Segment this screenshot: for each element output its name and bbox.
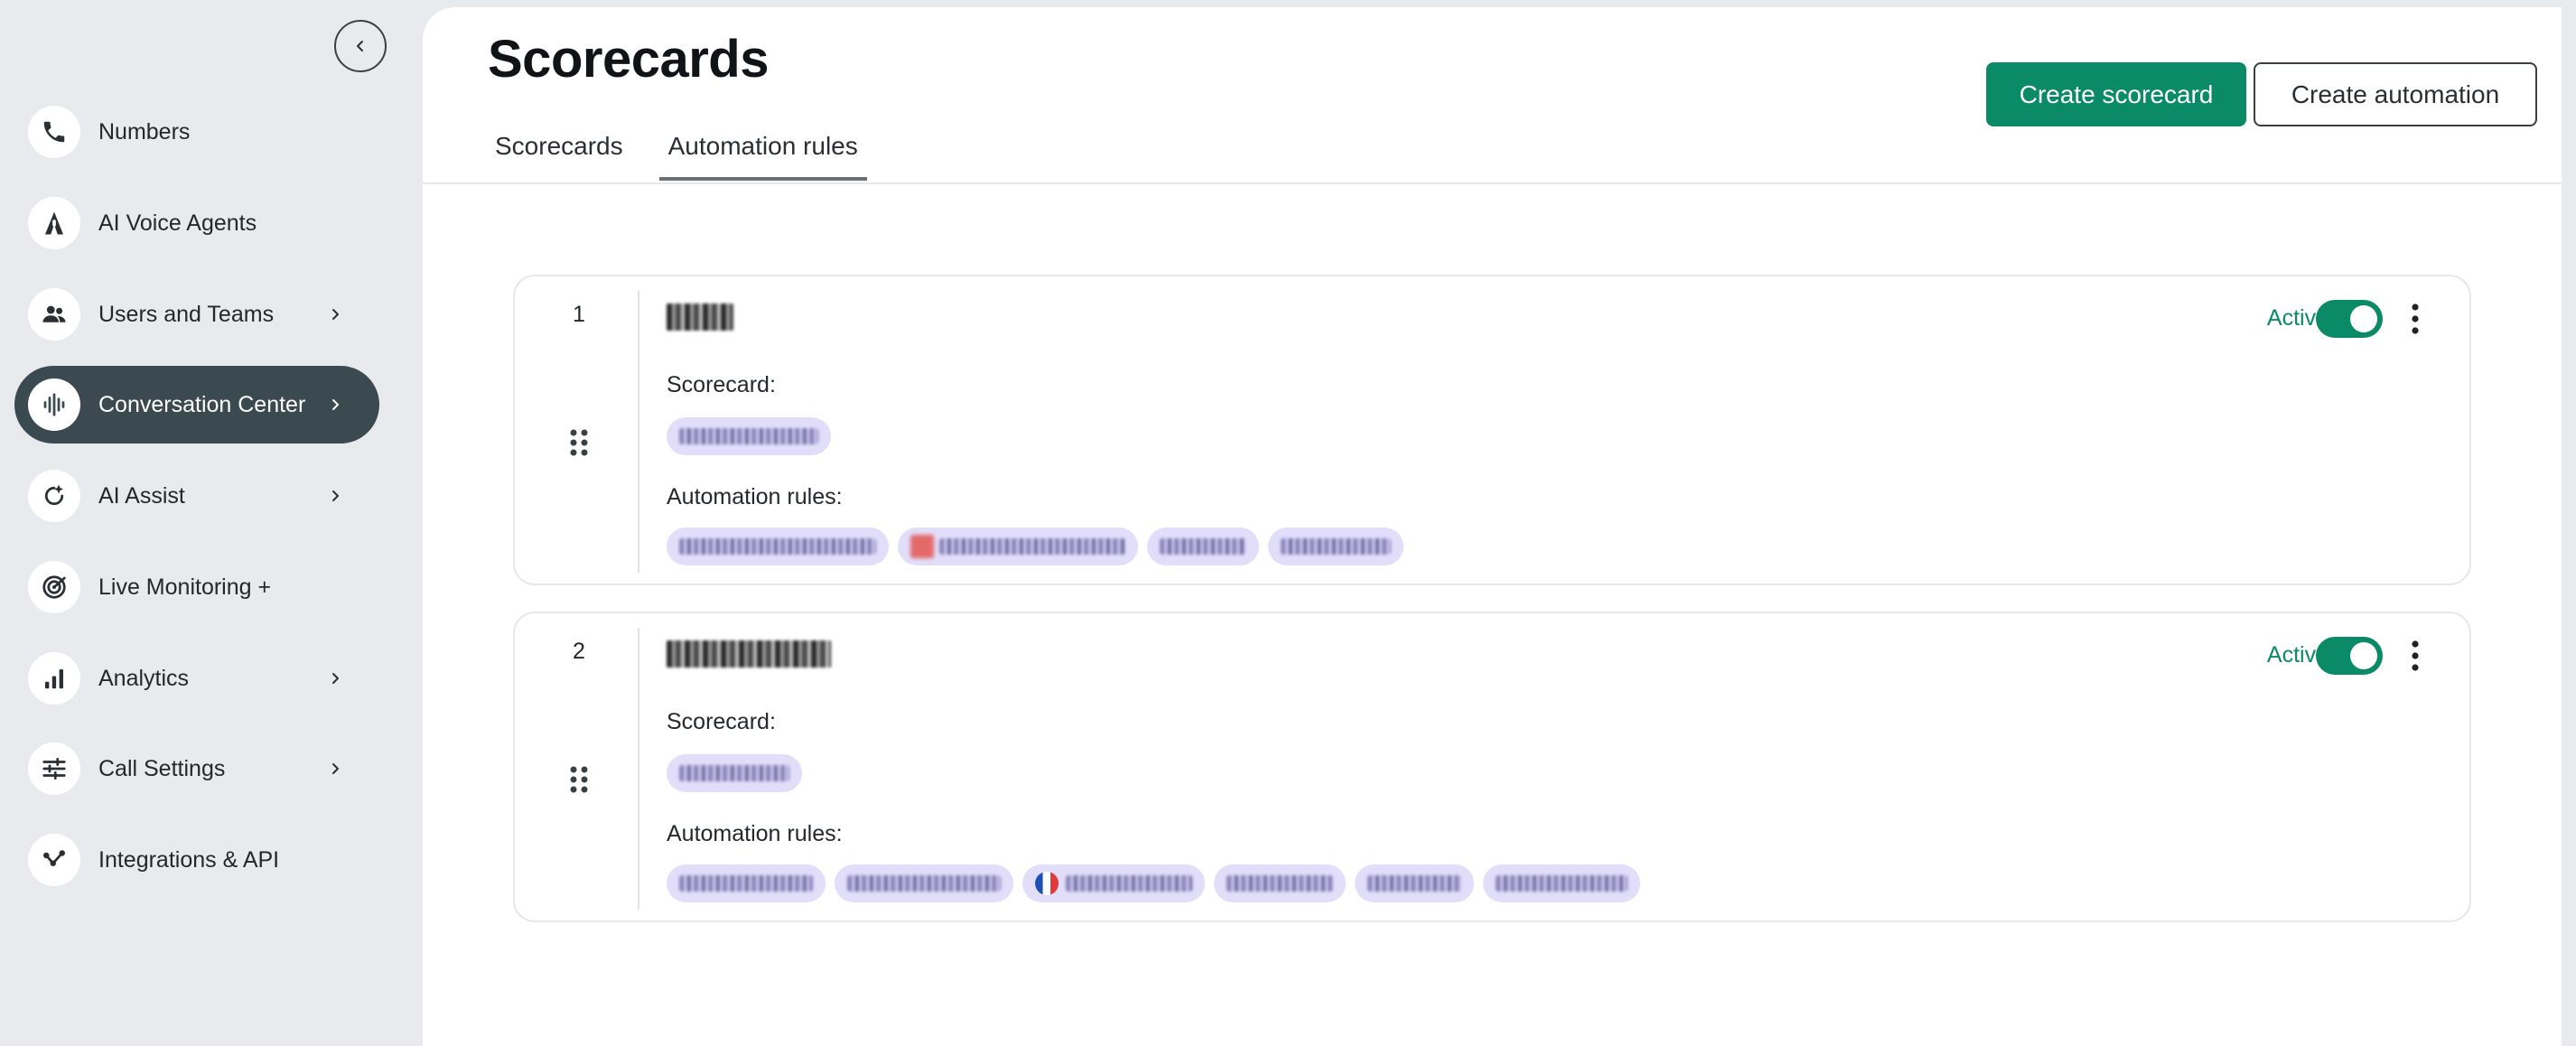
rule-name-redacted (667, 304, 733, 331)
rule-chip (667, 864, 826, 902)
rule-name-redacted (667, 640, 831, 668)
tab-automation-rules[interactable]: Automation rules (658, 119, 867, 181)
collapse-sidebar-button[interactable] (334, 20, 387, 72)
scorecard-chips (667, 417, 831, 455)
nav-item-ai-assist[interactable]: AI Assist (14, 457, 379, 535)
phone-icon (28, 106, 80, 158)
nav-item-live-monitoring[interactable]: Live Monitoring + (14, 548, 379, 626)
rule-chip (1147, 528, 1259, 565)
rule-chip (835, 864, 1013, 902)
nav-item-numbers[interactable]: Numbers (14, 93, 379, 171)
main-content: Scorecards Scorecards Automation rules C… (423, 7, 2562, 1046)
rule-chip (898, 528, 1138, 565)
rule-chip (1483, 864, 1640, 902)
drag-handle-icon[interactable] (569, 428, 589, 457)
nav-label-numbers: Numbers (98, 118, 191, 145)
nav-label-users-and-teams: Users and Teams (98, 301, 275, 327)
automation-rule-chips (667, 528, 1404, 565)
automation-rules-label: Automation rules: (667, 821, 843, 846)
nav-item-call-settings[interactable]: Call Settings (14, 730, 379, 808)
soundwave-icon (28, 378, 80, 431)
nav-item-conversation-center[interactable]: Conversation Center (14, 366, 379, 444)
tab-scorecards[interactable]: Scorecards (486, 119, 632, 181)
rule-chip (1022, 864, 1205, 902)
card-number: 2 (573, 639, 585, 664)
nav-item-ai-voice-agents[interactable]: AI Voice Agents (14, 184, 379, 262)
active-toggle[interactable] (2316, 637, 2383, 675)
card-divider (638, 291, 639, 573)
tab-bar: Scorecards Automation rules (486, 119, 894, 181)
rule-chip (1355, 864, 1474, 902)
france-flag-icon (1035, 872, 1059, 895)
chevron-right-icon (322, 482, 349, 509)
nav-label-ai-assist: AI Assist (98, 482, 185, 509)
nav-label-ai-voice-agents: AI Voice Agents (98, 210, 257, 236)
card-divider (638, 628, 639, 910)
sparkle-icon (28, 470, 80, 522)
create-scorecard-button[interactable]: Create scorecard (1986, 62, 2246, 126)
header-divider (423, 182, 2562, 184)
scorecard-label: Scorecard: (667, 709, 776, 734)
nav-label-conversation-center: Conversation Center (98, 391, 306, 417)
automation-card: 2 Scorecard: Automation rules: Active (513, 612, 2471, 922)
chevron-right-icon (322, 301, 349, 328)
users-icon (28, 288, 80, 341)
toggle-knob (2350, 642, 2377, 669)
rule-chip (1214, 864, 1346, 902)
automation-rule-chips (667, 864, 1640, 902)
card-number: 1 (573, 302, 585, 327)
bar-chart-icon (28, 652, 80, 705)
rule-chip (1268, 528, 1404, 565)
monitoring-icon (28, 561, 80, 613)
chevron-left-icon (357, 41, 363, 51)
sliders-icon (28, 742, 80, 795)
chevron-right-icon (322, 755, 349, 782)
more-options-icon[interactable] (2404, 639, 2426, 673)
page-title: Scorecards (488, 30, 769, 89)
ai-agent-icon (28, 197, 80, 249)
nav-label-call-settings: Call Settings (98, 755, 226, 781)
scorecard-label: Scorecard: (667, 372, 776, 397)
nav-label-live-monitoring: Live Monitoring + (98, 574, 272, 600)
nav-label-integrations-api: Integrations & API (98, 846, 280, 873)
nav-label-analytics: Analytics (98, 665, 190, 691)
automation-rules-label: Automation rules: (667, 484, 843, 509)
nav-item-integrations-api[interactable]: Integrations & API (14, 821, 379, 899)
create-automation-button[interactable]: Create automation (2254, 62, 2537, 126)
scorecard-chips (667, 754, 802, 792)
scorecard-chip (667, 417, 831, 455)
active-toggle[interactable] (2316, 300, 2383, 338)
sidebar: Numbers AI Voice Agents Users and Teams … (0, 0, 423, 1046)
automation-card: 1 Scorecard: Automation rules: Active (513, 275, 2471, 585)
chevron-right-icon (322, 391, 349, 418)
chevron-right-icon (322, 665, 349, 692)
drag-handle-icon[interactable] (569, 765, 589, 794)
rule-chip (667, 528, 889, 565)
integrations-icon (28, 834, 80, 886)
nav-item-analytics[interactable]: Analytics (14, 640, 379, 717)
scorecard-chip (667, 754, 802, 792)
toggle-knob (2350, 305, 2377, 332)
more-options-icon[interactable] (2404, 302, 2426, 336)
nav-item-users-and-teams[interactable]: Users and Teams (14, 276, 379, 353)
